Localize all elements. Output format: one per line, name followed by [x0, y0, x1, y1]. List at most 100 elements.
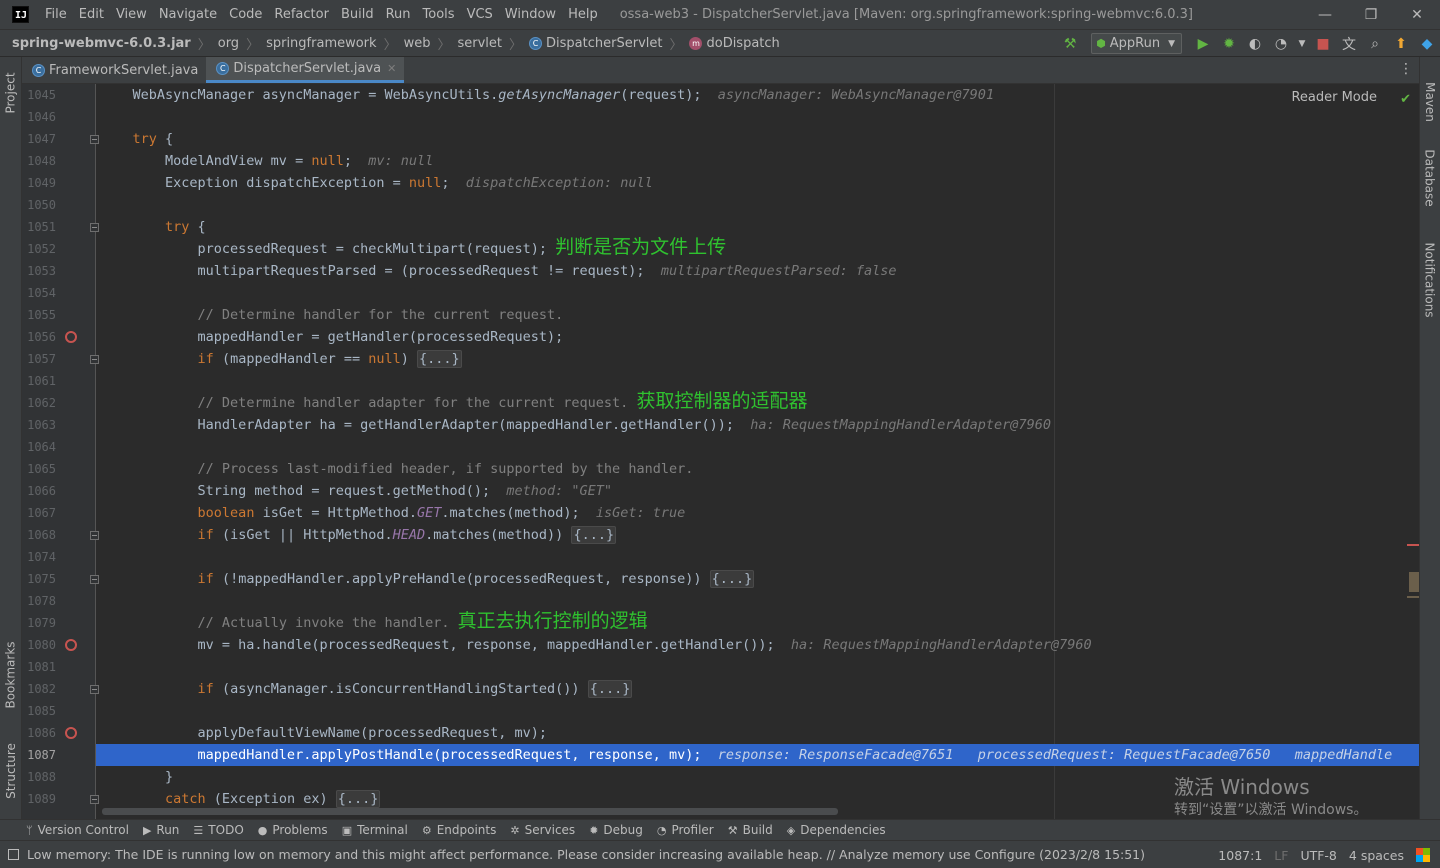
- more-options-icon[interactable]: ⋮: [1399, 61, 1413, 77]
- notifications-tool-tab[interactable]: Notifications: [1419, 235, 1440, 325]
- structure-tool-tab[interactable]: Structure: [0, 735, 22, 807]
- code-line[interactable]: 1057 if (mappedHandler == null) {...}: [22, 348, 1419, 370]
- update-icon[interactable]: ⬆: [1390, 33, 1412, 55]
- coverage-icon[interactable]: ◐: [1244, 33, 1266, 55]
- code-line[interactable]: 1045 WebAsyncManager asyncManager = WebA…: [22, 84, 1419, 106]
- breakpoint-icon[interactable]: [65, 639, 77, 651]
- run-icon[interactable]: ▶: [1192, 33, 1214, 55]
- code-line[interactable]: 1080 mv = ha.handle(processedRequest, re…: [22, 634, 1419, 656]
- restore-icon[interactable]: ❐: [1348, 0, 1394, 29]
- error-stripe-mark[interactable]: [1409, 572, 1419, 592]
- indent-setting[interactable]: 4 spaces: [1349, 848, 1404, 863]
- fold-toggle-icon[interactable]: [90, 795, 99, 804]
- tool-version-control[interactable]: ᛘ Version Control: [26, 823, 129, 837]
- inline-debug-value[interactable]: multipartRequestParsed: false: [645, 263, 897, 279]
- menu-tools[interactable]: Tools: [417, 0, 461, 29]
- menu-window[interactable]: Window: [499, 0, 562, 29]
- code-line[interactable]: 1056 mappedHandler = getHandler(processe…: [22, 326, 1419, 348]
- stop-icon[interactable]: ■: [1312, 33, 1334, 55]
- code-line[interactable]: 1064: [22, 436, 1419, 458]
- bookmarks-tool-tab[interactable]: Bookmarks: [0, 635, 22, 715]
- menu-run[interactable]: Run: [380, 0, 417, 29]
- run-configuration-dropdown[interactable]: ⬢ AppRun ▼: [1091, 33, 1182, 54]
- tab-dispatcherservlet[interactable]: C DispatcherServlet.java ✕: [206, 57, 405, 83]
- profile-icon[interactable]: ◔: [1270, 33, 1292, 55]
- current-execution-line[interactable]: 1087 mappedHandler.applyPostHandle(proce…: [22, 744, 1419, 766]
- intellij-logo-icon[interactable]: IJ: [12, 6, 29, 23]
- tool-build[interactable]: ⚒ Build: [728, 823, 773, 837]
- code-line[interactable]: 1086 applyDefaultViewName(processedReque…: [22, 722, 1419, 744]
- menu-vcs[interactable]: VCS: [461, 0, 499, 29]
- code-line[interactable]: 1061: [22, 370, 1419, 392]
- code-line[interactable]: 1068 if (isGet || HttpMethod.HEAD.matche…: [22, 524, 1419, 546]
- plugin-logo-icon[interactable]: ◆: [1416, 33, 1438, 55]
- fold-toggle-icon[interactable]: [90, 575, 99, 584]
- menu-code[interactable]: Code: [223, 0, 268, 29]
- menu-refactor[interactable]: Refactor: [268, 0, 335, 29]
- maven-tool-tab[interactable]: Maven: [1419, 77, 1440, 127]
- code-editor[interactable]: 1045 WebAsyncManager asyncManager = WebA…: [22, 84, 1419, 819]
- code-line[interactable]: 1047 try {: [22, 128, 1419, 150]
- fold-toggle-icon[interactable]: [90, 355, 99, 364]
- database-tool-tab[interactable]: Database: [1419, 145, 1440, 211]
- code-line[interactable]: 1048 ModelAndView mv = null; mv: null: [22, 150, 1419, 172]
- tool-endpoints[interactable]: ⚙ Endpoints: [422, 823, 497, 837]
- code-line[interactable]: 1065 // Process last-modified header, if…: [22, 458, 1419, 480]
- debug-icon[interactable]: ✹: [1218, 33, 1240, 55]
- menu-edit[interactable]: Edit: [73, 0, 110, 29]
- inline-debug-value[interactable]: asyncManager: WebAsyncManager@7901: [701, 87, 994, 103]
- breadcrumb-web[interactable]: web: [402, 36, 433, 51]
- code-line[interactable]: 1046: [22, 106, 1419, 128]
- line-separator[interactable]: LF: [1274, 848, 1288, 863]
- more-run-chevron-icon[interactable]: ▼: [1296, 33, 1308, 55]
- menu-navigate[interactable]: Navigate: [153, 0, 223, 29]
- code-line[interactable]: 1052 processedRequest = checkMultipart(r…: [22, 236, 1419, 260]
- code-line[interactable]: 1053 multipartRequestParsed = (processed…: [22, 260, 1419, 282]
- code-line[interactable]: 1078: [22, 590, 1419, 612]
- inline-debug-value[interactable]: mv: null: [352, 153, 433, 169]
- error-stripe[interactable]: [1405, 84, 1419, 819]
- menu-file[interactable]: File: [39, 0, 73, 29]
- translate-icon[interactable]: 文: [1338, 33, 1360, 55]
- horizontal-scrollbar[interactable]: [102, 808, 838, 815]
- tool-profiler[interactable]: ◔ Profiler: [657, 823, 714, 837]
- code-line[interactable]: 1085: [22, 700, 1419, 722]
- code-line[interactable]: 1050: [22, 194, 1419, 216]
- menu-build[interactable]: Build: [335, 0, 380, 29]
- code-line[interactable]: 1054: [22, 282, 1419, 304]
- status-message[interactable]: Low memory: The IDE is running low on me…: [8, 847, 1145, 862]
- breadcrumb-method[interactable]: m doDispatch: [687, 36, 781, 51]
- breadcrumb-servlet[interactable]: servlet: [455, 36, 504, 51]
- tool-services[interactable]: ✲ Services: [510, 823, 575, 837]
- code-line[interactable]: 1055 // Determine handler for the curren…: [22, 304, 1419, 326]
- windows-logo-icon[interactable]: [1416, 848, 1430, 862]
- tool-terminal[interactable]: ▣ Terminal: [342, 823, 408, 837]
- minimize-icon[interactable]: —: [1302, 0, 1348, 29]
- menu-help[interactable]: Help: [562, 0, 604, 29]
- tool-dependencies[interactable]: ◈ Dependencies: [787, 823, 886, 837]
- reader-mode-toggle[interactable]: Reader Mode: [1291, 90, 1377, 105]
- build-hammer-icon[interactable]: ⚒: [1059, 33, 1081, 55]
- code-line[interactable]: 1075 if (!mappedHandler.applyPreHandle(p…: [22, 568, 1419, 590]
- inline-debug-value[interactable]: isGet: true: [580, 505, 685, 521]
- inline-debug-value[interactable]: dispatchException: null: [450, 175, 653, 191]
- inline-debug-value[interactable]: ha: RequestMappingHandlerAdapter@7960: [734, 417, 1051, 433]
- caret-position[interactable]: 1087:1: [1218, 848, 1262, 863]
- code-line[interactable]: 1062 // Determine handler adapter for th…: [22, 390, 1419, 414]
- breakpoint-icon[interactable]: [65, 727, 77, 739]
- code-line[interactable]: 1066 String method = request.getMethod()…: [22, 480, 1419, 502]
- search-icon[interactable]: ⌕: [1364, 33, 1386, 55]
- tool-problems[interactable]: ● Problems: [258, 823, 328, 837]
- fold-toggle-icon[interactable]: [90, 685, 99, 694]
- breakpoint-icon[interactable]: [65, 331, 77, 343]
- tool-todo[interactable]: ☰ TODO: [193, 823, 243, 837]
- breadcrumb-springframework[interactable]: springframework: [264, 36, 378, 51]
- menu-view[interactable]: View: [110, 0, 153, 29]
- project-tool-tab[interactable]: Project: [0, 63, 22, 123]
- tab-frameworkservlet[interactable]: C FrameworkServlet.java: [22, 57, 206, 83]
- breadcrumb-class[interactable]: C DispatcherServlet: [527, 36, 664, 51]
- error-stripe-mark[interactable]: [1407, 596, 1419, 598]
- code-line[interactable]: 1067 boolean isGet = HttpMethod.GET.matc…: [22, 502, 1419, 524]
- code-line[interactable]: 1079 // Actually invoke the handler. 真正去执…: [22, 610, 1419, 634]
- fold-toggle-icon[interactable]: [90, 135, 99, 144]
